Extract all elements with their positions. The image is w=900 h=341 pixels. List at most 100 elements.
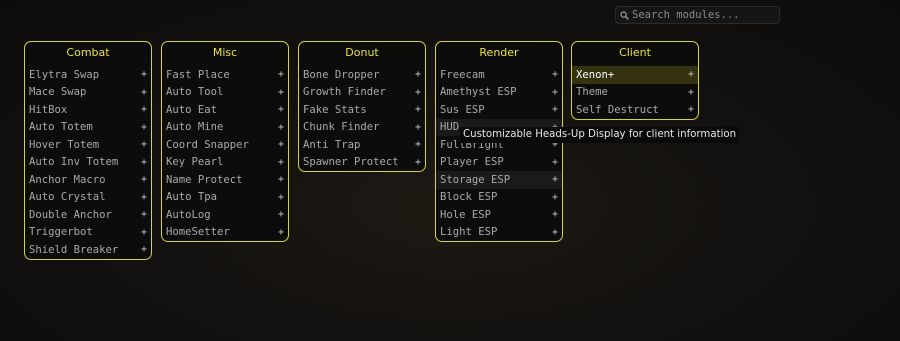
module-row[interactable]: Coord Snapper +: [162, 136, 288, 154]
module-row[interactable]: Light ESP +: [436, 224, 562, 242]
expand-button[interactable]: +: [552, 87, 558, 98]
expand-button[interactable]: +: [141, 227, 147, 238]
expand-button[interactable]: +: [552, 157, 558, 168]
module-row[interactable]: Auto Tpa +: [162, 189, 288, 207]
panel-title[interactable]: Render: [436, 42, 562, 66]
module-label: Chunk Finder: [303, 121, 380, 134]
expand-button[interactable]: +: [552, 174, 558, 185]
module-row[interactable]: Auto Mine +: [162, 119, 288, 137]
module-row[interactable]: AutoLog +: [162, 206, 288, 224]
expand-button[interactable]: +: [141, 122, 147, 133]
module-label: Elytra Swap: [29, 68, 100, 81]
expand-button[interactable]: +: [415, 122, 421, 133]
expand-button[interactable]: +: [141, 209, 147, 220]
expand-button[interactable]: +: [415, 157, 421, 168]
module-label: HitBox: [29, 103, 68, 116]
module-row[interactable]: Chunk Finder +: [299, 119, 425, 137]
module-row[interactable]: Mace Swap +: [25, 84, 151, 102]
expand-button[interactable]: +: [688, 87, 694, 98]
module-row[interactable]: Hole ESP +: [436, 206, 562, 224]
module-row[interactable]: Auto Tool +: [162, 84, 288, 102]
panel-combat: Combat Elytra Swap + Mace Swap + HitBox + A…: [24, 41, 152, 260]
expand-button[interactable]: +: [141, 87, 147, 98]
panel-title[interactable]: Combat: [25, 42, 151, 66]
expand-button[interactable]: +: [278, 227, 284, 238]
module-row[interactable]: Shield Breaker +: [25, 241, 151, 259]
expand-button[interactable]: +: [141, 139, 147, 150]
module-row[interactable]: Name Protect +: [162, 171, 288, 189]
module-label: Growth Finder: [303, 86, 386, 99]
module-row[interactable]: Auto Inv Totem +: [25, 154, 151, 172]
expand-button[interactable]: +: [278, 192, 284, 203]
module-label: HUD: [440, 121, 460, 134]
module-label: Auto Tool: [166, 86, 224, 99]
panel-title[interactable]: Client: [572, 42, 698, 66]
expand-button[interactable]: +: [141, 69, 147, 80]
module-row[interactable]: Growth Finder +: [299, 84, 425, 102]
module-label: Fast Place: [166, 68, 230, 81]
expand-button[interactable]: +: [278, 157, 284, 168]
search-input[interactable]: Search modules...: [615, 6, 780, 24]
expand-button[interactable]: +: [141, 157, 147, 168]
expand-button[interactable]: +: [278, 122, 284, 133]
module-row[interactable]: Spawner Protect +: [299, 154, 425, 172]
expand-button[interactable]: +: [688, 104, 694, 115]
expand-button[interactable]: +: [141, 104, 147, 115]
expand-button[interactable]: +: [552, 104, 558, 115]
module-row[interactable]: HitBox +: [25, 101, 151, 119]
module-label: Anchor Macro: [29, 173, 106, 186]
module-row[interactable]: Bone Dropper +: [299, 66, 425, 84]
module-row[interactable]: Freecam +: [436, 66, 562, 84]
panel-donut: Donut Bone Dropper + Growth Finder + Fake …: [298, 41, 426, 172]
module-label: Shield Breaker: [29, 243, 119, 256]
expand-button[interactable]: +: [141, 244, 147, 255]
module-row[interactable]: Auto Totem +: [25, 119, 151, 137]
module-label: Amethyst ESP: [440, 86, 517, 99]
expand-button[interactable]: +: [278, 209, 284, 220]
module-row[interactable]: Anti Trap +: [299, 136, 425, 154]
expand-button[interactable]: +: [415, 69, 421, 80]
module-label: Anti Trap: [303, 138, 361, 151]
module-row[interactable]: Player ESP +: [436, 154, 562, 172]
module-row[interactable]: Amethyst ESP +: [436, 84, 562, 102]
expand-button[interactable]: +: [278, 174, 284, 185]
expand-button[interactable]: +: [141, 192, 147, 203]
module-row[interactable]: Double Anchor +: [25, 206, 151, 224]
module-row[interactable]: Elytra Swap +: [25, 66, 151, 84]
expand-button[interactable]: +: [141, 174, 147, 185]
expand-button[interactable]: +: [278, 139, 284, 150]
module-label: Mace Swap: [29, 86, 87, 99]
expand-button[interactable]: +: [552, 192, 558, 203]
module-row[interactable]: Triggerbot +: [25, 224, 151, 242]
module-row[interactable]: Theme +: [572, 84, 698, 102]
module-label: Hole ESP: [440, 208, 492, 221]
module-row[interactable]: Key Pearl +: [162, 154, 288, 172]
panel-title[interactable]: Donut: [299, 42, 425, 66]
module-row-enabled[interactable]: Xenon+ +: [572, 66, 698, 84]
panel-title[interactable]: Misc: [162, 42, 288, 66]
module-row[interactable]: Hover Totem +: [25, 136, 151, 154]
module-row[interactable]: HomeSetter +: [162, 224, 288, 242]
module-row[interactable]: Fast Place +: [162, 66, 288, 84]
module-row[interactable]: Fake Stats +: [299, 101, 425, 119]
module-label: Hover Totem: [29, 138, 100, 151]
expand-button[interactable]: +: [552, 69, 558, 80]
expand-button[interactable]: +: [278, 104, 284, 115]
module-row[interactable]: Sus ESP +: [436, 101, 562, 119]
expand-button[interactable]: +: [415, 104, 421, 115]
expand-button[interactable]: +: [278, 69, 284, 80]
module-row[interactable]: Anchor Macro +: [25, 171, 151, 189]
expand-button[interactable]: +: [552, 227, 558, 238]
module-row[interactable]: Self Destruct +: [572, 101, 698, 119]
module-label: Theme: [576, 86, 608, 99]
expand-button[interactable]: +: [552, 209, 558, 220]
expand-button[interactable]: +: [415, 87, 421, 98]
expand-button[interactable]: +: [415, 139, 421, 150]
module-row[interactable]: Auto Crystal +: [25, 189, 151, 207]
expand-button[interactable]: +: [688, 69, 694, 80]
expand-button[interactable]: +: [278, 87, 284, 98]
module-row[interactable]: Auto Eat +: [162, 101, 288, 119]
module-row[interactable]: Storage ESP +: [436, 171, 562, 189]
module-label: Auto Inv Totem: [29, 156, 119, 169]
module-row[interactable]: Block ESP +: [436, 189, 562, 207]
